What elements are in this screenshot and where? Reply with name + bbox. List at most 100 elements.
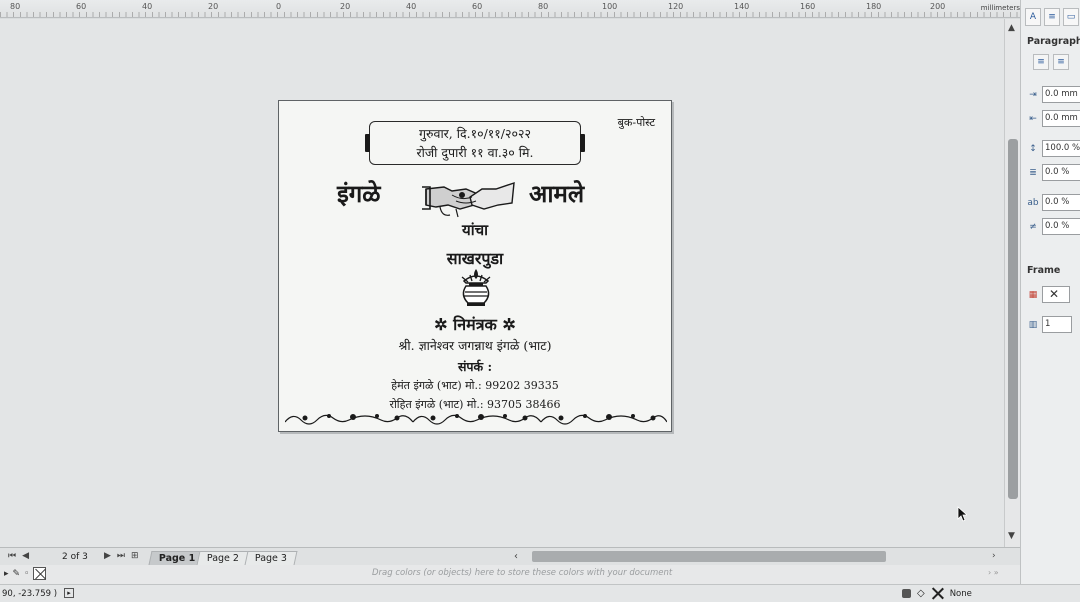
panel-tabs: A ≡ ▭ — [1025, 8, 1079, 26]
floral-border-ornament — [285, 414, 667, 425]
ruler-tick: 180 — [866, 2, 882, 11]
ruler-tick: 60 — [76, 2, 87, 11]
event-title: साखरपुडा — [446, 249, 504, 268]
handshake-icon — [422, 181, 515, 218]
paragraph-spacing-field[interactable]: 0.0 % — [1042, 164, 1080, 181]
scroll-down-icon[interactable]: ▼ — [1008, 531, 1015, 541]
ruler-tick: 80 — [538, 2, 549, 11]
fill-indicator: ◇ None — [902, 587, 972, 600]
ruler-tick: 20 — [340, 2, 351, 11]
ruler-tick: 120 — [668, 2, 684, 11]
palette-drop-hint: Drag colors (or objects) here to store t… — [372, 568, 673, 578]
vertical-scroll-thumb[interactable] — [1008, 139, 1018, 499]
scroll-up-icon[interactable]: ▲ — [1008, 23, 1015, 33]
word-spacing-field[interactable]: 0.0 % — [1042, 218, 1080, 235]
last-page-icon[interactable]: ⏭ — [117, 551, 125, 561]
page-count: 2 of 3 — [62, 552, 88, 562]
eyedropper-icon[interactable]: ✎ — [13, 569, 21, 579]
document-palette: ▸ ✎ ◦ Drag colors (or objects) here to s… — [0, 565, 1020, 584]
right-indent-row: ⇤ 0.0 mm — [1027, 110, 1080, 127]
ruler-tick: 140 — [734, 2, 750, 11]
line-spacing-field[interactable]: 100.0 % — [1042, 140, 1080, 157]
align-left-icon[interactable]: ≡ — [1033, 54, 1049, 70]
char-spacing-field[interactable]: 0.0 % — [1042, 194, 1080, 211]
tab-page-3[interactable]: Page 3 — [244, 551, 298, 565]
page-nav-left: ⏮ ◀ — [8, 551, 29, 561]
add-page-icon[interactable]: ⊞ — [131, 551, 139, 561]
next-page-icon[interactable]: ▶ — [104, 551, 111, 561]
line-spacing-icon: ↕ — [1029, 143, 1037, 154]
coordinate-toggle-icon[interactable]: ▸ — [64, 588, 74, 598]
left-indent-icon: ⇥ — [1029, 89, 1037, 100]
no-fill-icon — [931, 587, 944, 600]
properties-panel: A ≡ ▭ Paragraph ≡ ≡ ⇥ 0.0 mm ⇤ 0.0 mm ↕ … — [1020, 0, 1080, 585]
word-spacing-icon: ≠ — [1029, 221, 1037, 232]
char-spacing-row: ab 0.0 % — [1027, 194, 1080, 211]
vertical-scrollbar[interactable]: ▲ ▼ — [1004, 19, 1020, 547]
palette-menu-icon[interactable]: ▸ — [4, 569, 9, 579]
date-line-2: रोजी दुपारी ११ वा.३० मि. — [416, 145, 534, 160]
ruler-tick: 80 — [10, 2, 21, 11]
right-indent-field[interactable]: 0.0 mm — [1042, 110, 1080, 127]
contact-heading: संपर्क : — [457, 359, 493, 374]
kalash-icon — [461, 269, 491, 306]
palette-options-icon[interactable]: ◦ — [24, 569, 29, 579]
left-indent-field[interactable]: 0.0 mm — [1042, 86, 1080, 103]
horizontal-ruler[interactable]: 80 60 40 20 0 20 40 60 80 100 120 140 16… — [0, 0, 1022, 18]
date-box: गुरुवार, दि.१०/११/२०२२ रोजी दुपारी ११ वा… — [365, 121, 585, 165]
no-color-swatch[interactable] — [33, 567, 47, 580]
palette-scroll-icon[interactable]: › » — [988, 568, 999, 577]
frame-columns-row: ▥ 1 — [1027, 316, 1072, 333]
contact-line-1: हेमंत इंगळे (भाट) मो.: 99202 39335 — [391, 379, 559, 392]
right-indent-icon: ⇤ — [1029, 113, 1037, 124]
char-spacing-icon: ab — [1027, 197, 1039, 208]
fill-bucket-icon[interactable] — [902, 589, 911, 598]
ruler-tick: 0 — [276, 2, 282, 11]
align-right-icon[interactable]: ≡ — [1053, 54, 1069, 70]
book-post-label: बुक-पोस्ट — [617, 116, 655, 129]
fill-value: None — [949, 588, 972, 599]
scroll-left-icon[interactable]: ‹ — [514, 551, 518, 562]
family-name-right: आमले — [529, 179, 585, 208]
ruler-tick: 160 — [800, 2, 816, 11]
word-spacing-row: ≠ 0.0 % — [1027, 218, 1080, 235]
ruler-tick: 60 — [472, 2, 483, 11]
frame-columns-icon: ▥ — [1028, 319, 1038, 330]
frame-fill-row: ▦ ✕ — [1027, 286, 1070, 303]
paragraph-spacing-row: ≣ 0.0 % — [1027, 164, 1080, 181]
paragraph-tab-icon[interactable]: ≡ — [1044, 8, 1060, 26]
ruler-tick: 40 — [142, 2, 153, 11]
ruler-tick: 40 — [406, 2, 417, 11]
frame-fill-icon: ▦ — [1028, 289, 1038, 300]
invitation-card[interactable]: बुक-पोस्ट गुरुवार, दि.१०/११/२०२२ रोजी दु… — [278, 100, 672, 432]
cursor-coordinates: 90, -23.759 ) — [2, 589, 58, 599]
ruler-tick: 100 — [602, 2, 618, 11]
ruler-unit-label: millimeters — [980, 4, 1020, 12]
status-bar: 90, -23.759 ) ▸ ◇ None — [0, 584, 1080, 602]
frame-tab-icon[interactable]: ▭ — [1063, 8, 1079, 26]
inviter-name: श्री. ज्ञानेश्वर जगन्नाथ इंगळे (भाट) — [398, 338, 552, 353]
prev-page-icon[interactable]: ◀ — [22, 551, 29, 561]
first-page-icon[interactable]: ⏮ — [8, 551, 16, 561]
family-name-left: इंगळे — [337, 179, 381, 208]
character-tab-icon[interactable]: A — [1025, 8, 1041, 26]
invitation-heading: ✲ निमंत्रक ✲ — [434, 315, 516, 334]
tab-page-2[interactable]: Page 2 — [196, 551, 250, 565]
date-line-1: गुरुवार, दि.१०/११/२०२२ — [418, 126, 532, 141]
frame-header[interactable]: Frame — [1027, 265, 1060, 276]
mouse-cursor-icon — [957, 506, 967, 522]
outline-pen-icon[interactable]: ◇ — [917, 588, 925, 599]
ruler-tick-marks — [0, 12, 1022, 17]
left-indent-row: ⇥ 0.0 mm — [1027, 86, 1080, 103]
palette-tools: ▸ ✎ ◦ — [4, 567, 47, 580]
page-navigator: ⏮ ◀ 2 of 3 ▶ ⏭ ⊞ Page 1 Page 2 Page 3 ‹ … — [0, 547, 1020, 565]
frame-columns-field[interactable]: 1 — [1042, 316, 1072, 333]
drawing-canvas[interactable]: बुक-पोस्ट गुरुवार, दि.१०/११/२०२२ रोजी दु… — [0, 19, 1004, 547]
scroll-right-icon[interactable]: › — [992, 551, 996, 561]
frame-fill-none-swatch[interactable]: ✕ — [1042, 286, 1070, 303]
paragraph-header[interactable]: Paragraph — [1027, 36, 1080, 47]
ruler-tick: 20 — [208, 2, 219, 11]
page-nav-right: ▶ ⏭ ⊞ — [104, 551, 139, 561]
yancha-text: यांचा — [462, 221, 488, 239]
horizontal-scroll-thumb[interactable] — [532, 551, 886, 562]
